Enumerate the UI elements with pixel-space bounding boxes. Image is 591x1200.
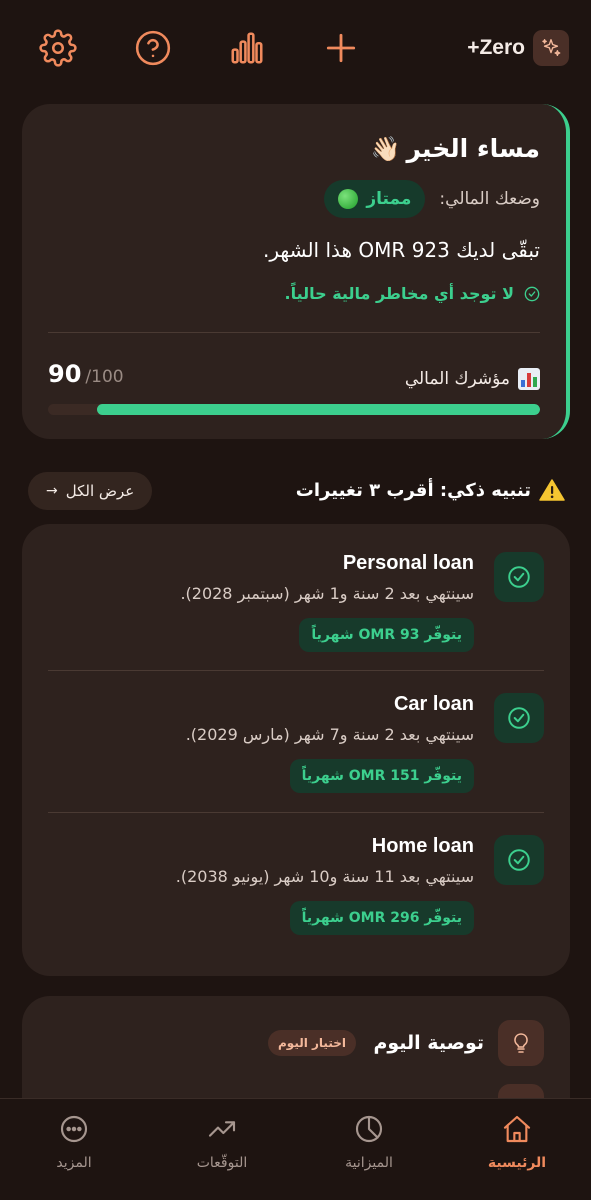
warning-icon [539,479,565,501]
loans-card: Personal loan سينتهي بعد 2 سنة و1 شهر (س… [22,524,570,976]
bar-chart-icon [518,368,540,390]
risk-status: لا توجد أي مخاطر مالية حالياً. [284,284,540,303]
smart-alert-title: تنبيه ذكي: أقرب ٣ تغييرات [295,479,531,501]
bottom-navigation: الرئيسية الميزانية التوقّعات المزيد [0,1098,591,1200]
view-all-button[interactable]: عرض الكل → [28,472,153,510]
recommendation-title: توصية اليوم [373,1032,484,1054]
greeting: مساء الخير 👋🏻 [371,134,540,163]
status-label: وضعك المالي: [439,189,540,209]
financial-summary-card: مساء الخير 👋🏻 وضعك المالي: ممتاز تبقّى ل… [22,104,570,439]
loan-title: Home loan [371,835,474,857]
divider [48,332,540,333]
nav-label: الرئيسية [487,1155,547,1171]
nav-label: الميزانية [345,1155,393,1171]
score-max: /100 [85,367,124,387]
check-circle-icon [524,286,540,301]
check-circle-icon [494,552,544,602]
nav-item-budget[interactable]: الميزانية [309,1113,429,1171]
remaining-amount: تبقّى لديك 923 OMR هذا الشهر. [263,238,540,262]
arrow-right-icon: → [46,483,58,499]
wave-emoji: 👋🏻 [370,134,401,163]
lightbulb-icon [498,1020,544,1066]
more-icon [60,1115,88,1143]
loan-saving-badge: يتوفّر 151 OMR شهرياً [289,759,474,793]
loan-description: سينتهي بعد 2 سنة و7 شهر (مارس 2029). [185,725,474,744]
recommendation-badge: اختيار اليوم [268,1030,356,1056]
check-circle-icon [494,693,544,743]
green-circle-icon [338,189,359,209]
top-bar: +Zero [0,0,591,96]
greeting-text: مساء الخير [406,134,540,163]
loan-title: Car loan [393,693,474,715]
loan-item[interactable]: Personal loan سينتهي بعد 2 سنة و1 شهر (س… [22,524,570,666]
risk-text: لا توجد أي مخاطر مالية حالياً. [284,284,514,303]
nav-label: التوقّعات [196,1155,248,1171]
score-progress-fill [97,404,540,415]
stats-icon[interactable] [227,28,267,68]
app-name: +Zero [467,36,525,59]
settings-icon[interactable] [38,28,78,68]
nav-item-more[interactable]: المزيد [14,1113,134,1171]
add-icon[interactable] [321,28,361,68]
index-label-text: مؤشرك المالي [404,369,510,389]
status-badge: ممتاز [324,180,426,218]
home-icon [503,1115,531,1143]
pie-chart-icon [355,1115,383,1143]
loan-description: سينتهي بعد 2 سنة و1 شهر (سبتمبر 2028). [180,584,474,603]
financial-status-row: وضعك المالي: ممتاز [324,180,540,218]
smart-alert-heading: تنبيه ذكي: أقرب ٣ تغييرات [296,478,565,502]
loan-description: سينتهي بعد 11 سنة و10 شهر (يونيو 2038). [175,867,474,886]
app-brand[interactable]: +Zero [467,30,569,66]
loan-item[interactable]: Home loan سينتهي بعد 11 سنة و10 شهر (يون… [22,807,570,949]
financial-index-label: مؤشرك المالي [405,368,540,390]
loan-item[interactable]: Car loan سينتهي بعد 2 سنة و7 شهر (مارس 2… [22,665,570,807]
help-icon[interactable] [133,28,173,68]
nav-label: المزيد [56,1155,92,1171]
status-value: ممتاز [366,189,412,209]
nav-item-home[interactable]: الرئيسية [457,1113,577,1171]
trend-icon [208,1121,236,1137]
nav-item-forecasts[interactable]: التوقّعات [162,1113,282,1171]
score-progress-bar [48,404,540,415]
score-value: 90 [48,360,82,388]
loan-saving-badge: يتوفّر 93 OMR شهرياً [299,618,474,652]
sparkle-icon [533,30,569,66]
view-all-label: عرض الكل [65,482,135,500]
check-circle-icon [494,835,544,885]
financial-score: /100 90 [48,360,124,388]
loan-saving-badge: يتوفّر 296 OMR شهرياً [289,901,474,935]
loan-title: Personal loan [342,552,474,574]
